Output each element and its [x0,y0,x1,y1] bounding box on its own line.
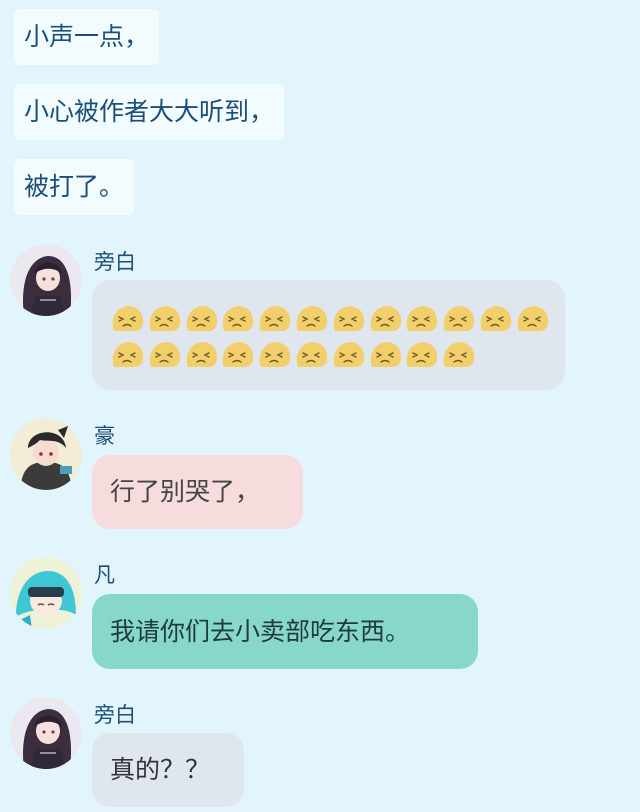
narration-bubble-3: 被打了。 [14,159,135,215]
sender-name: 旁白 [94,703,136,727]
crying-face-icon [404,339,439,369]
crying-face-icon [441,303,476,333]
crying-face-icon [257,303,292,333]
crying-face-icon [331,303,366,333]
crying-face-icon [184,303,219,333]
crying-face-icon [478,303,513,333]
emoji-row [110,339,555,369]
emoji-row [110,303,555,333]
emoji-grid [110,303,555,375]
crying-face-icon [368,339,403,369]
message-bubble: 行了别哭了， [92,455,303,529]
sender-name: 旁白 [94,250,136,274]
crying-face-icon [515,303,550,333]
message-text: 行了别哭了， [110,477,261,506]
message-bubble: 我请你们去小卖部吃东西。 [92,594,478,669]
crying-face-icon [147,339,182,369]
avatar-fan[interactable] [10,557,82,629]
crying-face-icon [110,303,145,333]
crying-face-icon [368,303,403,333]
narration-bubble-2: 小心被作者大大听到， [14,84,285,140]
narration-bubble-1: 小声一点， [14,9,160,65]
sender-name: 凡 [94,563,115,587]
message-bubble: 真的？？ [92,733,244,807]
crying-face-icon [184,339,219,369]
crying-face-icon [220,339,255,369]
narration-text: 小声一点， [24,22,150,51]
narration-text: 小心被作者大大听到， [24,97,275,126]
crying-face-icon [294,303,329,333]
message-text: 我请你们去小卖部吃东西。 [110,617,411,646]
crying-face-icon [110,339,145,369]
crying-face-icon [441,339,476,369]
crying-face-icon [331,339,366,369]
sender-name: 豪 [94,424,115,448]
crying-face-icon [220,303,255,333]
crying-face-icon [294,339,329,369]
crying-face-icon [404,303,439,333]
avatar-hao[interactable] [10,418,82,490]
crying-face-icon [147,303,182,333]
avatar-narrator[interactable] [10,697,82,769]
avatar-narrator[interactable] [10,244,82,316]
crying-face-icon [257,339,292,369]
narration-text: 被打了。 [24,172,125,201]
message-text: 真的？？ [110,755,211,784]
